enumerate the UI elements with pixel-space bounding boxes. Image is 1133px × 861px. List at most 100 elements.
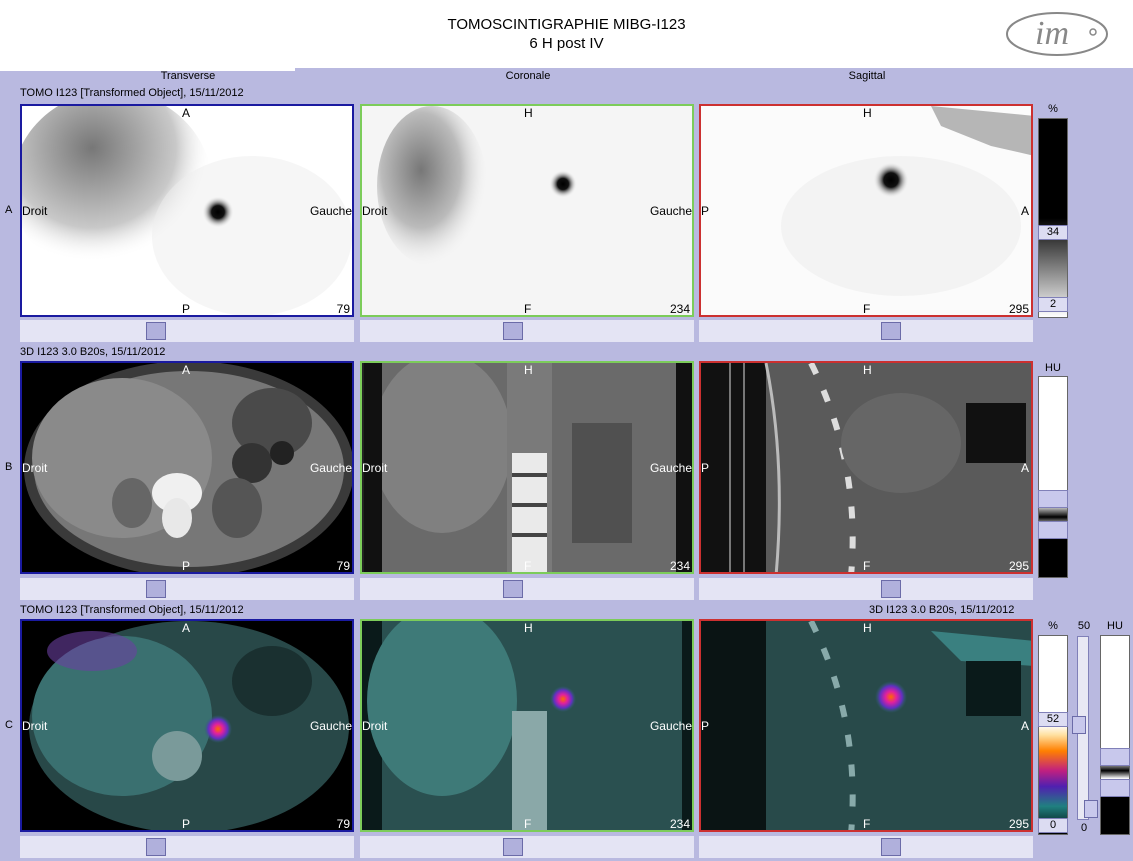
orient-right-label: Gauche xyxy=(309,204,352,218)
scale-c-hu-colorbar[interactable] xyxy=(1100,635,1130,835)
slice-slider-transverse-c[interactable] xyxy=(20,836,354,858)
scale-b-unit: HU xyxy=(1045,362,1061,374)
orient-right-label: Gauche xyxy=(649,461,692,475)
ct-sagittal-view[interactable]: H P A F 295 xyxy=(699,361,1033,574)
orient-right-label: Gauche xyxy=(309,461,352,475)
scale-a-unit: % xyxy=(1048,103,1058,115)
row-label-c: C xyxy=(5,719,13,731)
scale-a-max-value[interactable]: 34 xyxy=(1038,225,1068,240)
orient-left-label: Droit xyxy=(362,204,388,218)
fusion-sagittal-view[interactable]: H P A F 295 xyxy=(699,619,1033,832)
slider-thumb[interactable] xyxy=(881,580,901,598)
orient-bottom-label: P xyxy=(182,817,191,831)
slice-slider-coronal-c[interactable] xyxy=(360,836,694,858)
orient-top-label: H xyxy=(863,106,872,120)
series-label-row-c-right: 3D I123 3.0 B20s, 15/11/2012 xyxy=(869,604,1015,616)
orient-top-label: H xyxy=(863,363,872,377)
slice-slider-sagittal-b[interactable] xyxy=(699,578,1033,600)
slider-thumb[interactable] xyxy=(503,838,523,856)
scale-a-colorbar[interactable] xyxy=(1038,118,1068,318)
orient-top-label: H xyxy=(524,363,533,377)
slider-thumb[interactable] xyxy=(881,838,901,856)
scale-c-min-value[interactable]: 0 xyxy=(1038,818,1068,833)
slider-thumb[interactable] xyxy=(146,580,166,598)
slice-number: 295 xyxy=(1008,817,1029,831)
orient-bottom-label: F xyxy=(524,817,532,831)
orient-left-label: Droit xyxy=(22,461,48,475)
slice-slider-coronal-a[interactable] xyxy=(360,320,694,342)
slice-slider-coronal-b[interactable] xyxy=(360,578,694,600)
slider-thumb[interactable] xyxy=(146,838,166,856)
orient-bottom-label: P xyxy=(182,302,191,316)
row-label-a: A xyxy=(5,204,13,216)
report-title: TOMOSCINTIGRAPHIE MIBG-I123 xyxy=(447,16,686,33)
orient-left-label: Droit xyxy=(22,719,48,733)
spect-sagittal-view[interactable]: H P A F 295 xyxy=(699,104,1033,317)
scale-b-colorbar[interactable] xyxy=(1038,376,1068,578)
orient-right-label: Gauche xyxy=(309,719,352,733)
blend-slider-thumb-low[interactable] xyxy=(1084,800,1098,818)
orient-left-label: P xyxy=(701,461,710,475)
orient-right-label: Gauche xyxy=(649,204,692,218)
orient-top-label: H xyxy=(524,621,533,635)
blend-min-label: 0 xyxy=(1080,822,1088,834)
blend-value-label: 50 xyxy=(1077,620,1091,632)
scale-a-min-value[interactable]: 2 xyxy=(1038,297,1068,312)
blend-slider-thumb[interactable] xyxy=(1072,716,1086,734)
orient-bottom-label: F xyxy=(863,817,871,831)
slice-slider-transverse-b[interactable] xyxy=(20,578,354,600)
slider-thumb[interactable] xyxy=(146,322,166,340)
row-label-b: B xyxy=(5,461,13,473)
column-header-coronal: Coronale xyxy=(505,70,551,82)
orient-left-label: Droit xyxy=(362,719,388,733)
slider-thumb[interactable] xyxy=(503,322,523,340)
slice-slider-sagittal-a[interactable] xyxy=(699,320,1033,342)
report-header: TOMOSCINTIGRAPHIE MIBG-I123 6 H post IV … xyxy=(0,0,1133,68)
scale-c-hu-window-lower[interactable] xyxy=(1100,779,1130,797)
slider-thumb[interactable] xyxy=(503,580,523,598)
fusion-transverse-view[interactable]: A Droit Gauche P 79 xyxy=(20,619,354,832)
orient-right-label: A xyxy=(1020,719,1029,733)
orient-top-label: H xyxy=(524,106,533,120)
orient-right-label: A xyxy=(1020,461,1029,475)
report-subtitle: 6 H post IV xyxy=(529,35,604,52)
scale-c-colorbar[interactable] xyxy=(1038,635,1068,835)
slice-slider-sagittal-c[interactable] xyxy=(699,836,1033,858)
orient-top-label: A xyxy=(182,621,191,635)
ct-transverse-view[interactable]: A Droit Gauche P 79 xyxy=(20,361,354,574)
slice-number: 295 xyxy=(1008,302,1029,316)
slice-slider-transverse-a[interactable] xyxy=(20,320,354,342)
slice-number: 295 xyxy=(1008,559,1029,573)
series-label-row-a: TOMO I123 [Transformed Object], 15/11/20… xyxy=(20,87,244,99)
spect-transverse-view[interactable]: A Droit Gauche P 79 xyxy=(20,104,354,317)
fusion-coronal-view[interactable]: H Droit Gauche F 234 xyxy=(360,619,694,832)
scale-c-max-value[interactable]: 52 xyxy=(1038,712,1068,727)
ct-coronal-view[interactable]: H Droit Gauche F 234 xyxy=(360,361,694,574)
slice-number: 79 xyxy=(336,302,350,316)
spect-coronal-view[interactable]: H Droit Gauche F 234 xyxy=(360,104,694,317)
scale-b-window-upper[interactable] xyxy=(1038,490,1068,508)
orient-left-label: P xyxy=(701,204,710,218)
slice-number: 234 xyxy=(669,817,690,831)
scale-c-hu-unit: HU xyxy=(1107,620,1123,632)
orient-bottom-label: F xyxy=(863,302,871,316)
orient-top-label: A xyxy=(182,363,191,377)
orient-right-label: A xyxy=(1020,204,1029,218)
slice-number: 234 xyxy=(669,559,690,573)
slice-number: 234 xyxy=(669,302,690,316)
scale-b-window-lower[interactable] xyxy=(1038,521,1068,539)
slider-thumb[interactable] xyxy=(881,322,901,340)
orient-bottom-label: P xyxy=(182,559,191,573)
orient-bottom-label: F xyxy=(524,302,532,316)
orient-right-label: Gauche xyxy=(649,719,692,733)
slice-number: 79 xyxy=(336,559,350,573)
series-label-row-b: 3D I123 3.0 B20s, 15/11/2012 xyxy=(20,346,166,358)
orient-left-label: Droit xyxy=(22,204,48,218)
orient-bottom-label: F xyxy=(524,559,532,573)
column-header-sagittal: Sagittal xyxy=(848,70,886,82)
scale-c-hu-window-upper[interactable] xyxy=(1100,748,1130,766)
scale-c-pct-unit: % xyxy=(1048,620,1058,632)
series-label-row-c-left: TOMO I123 [Transformed Object], 15/11/20… xyxy=(20,604,244,616)
orient-bottom-label: F xyxy=(863,559,871,573)
column-header-transverse: Transverse xyxy=(160,70,216,82)
